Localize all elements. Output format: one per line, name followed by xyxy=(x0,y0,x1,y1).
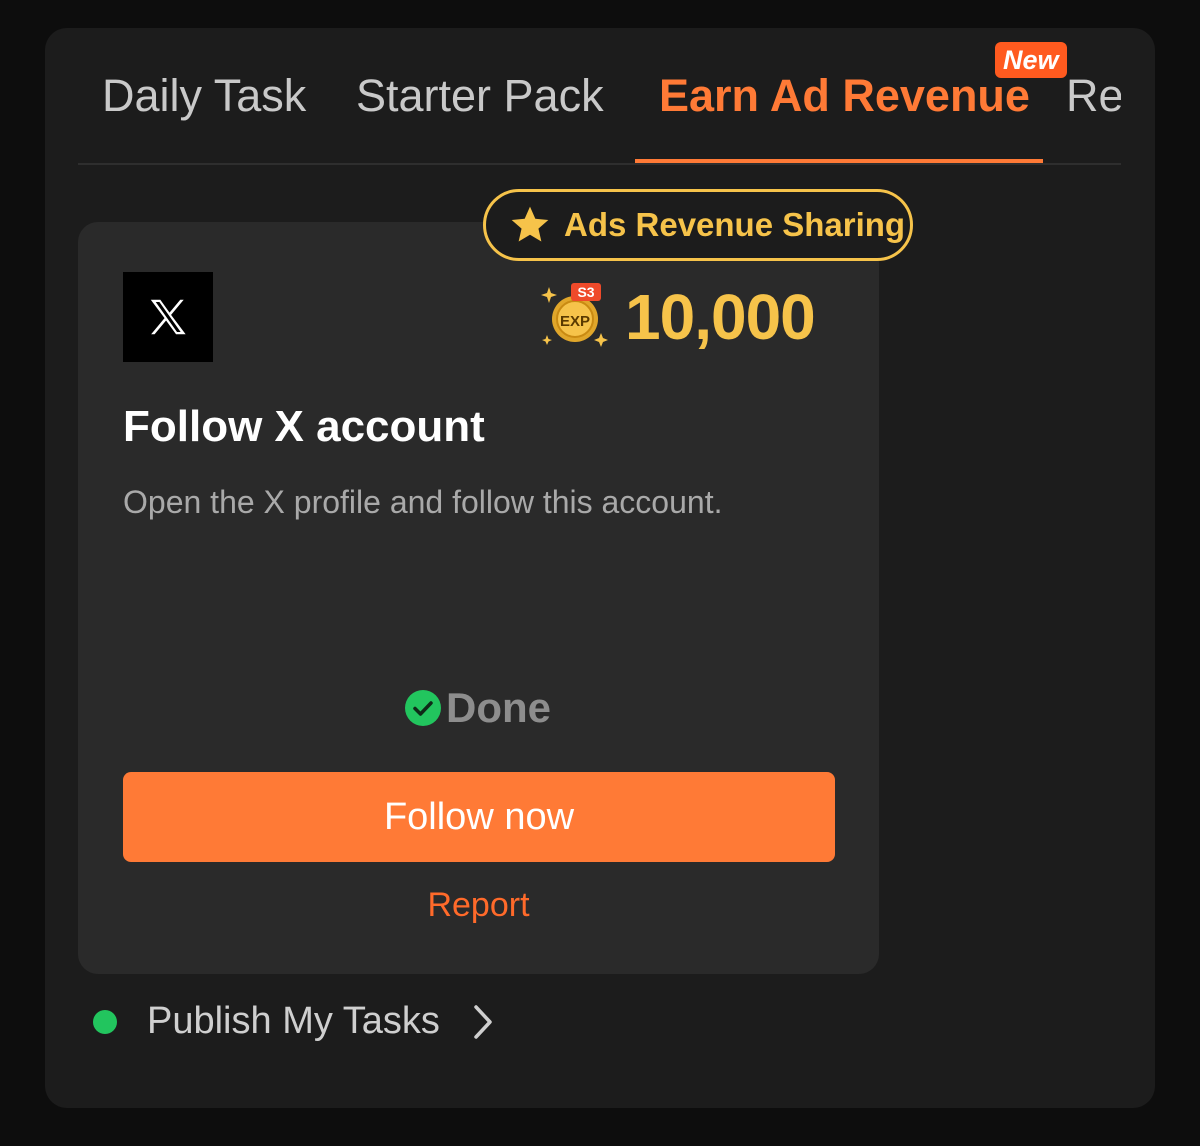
ads-revenue-sharing-badge: Ads Revenue Sharing xyxy=(483,189,913,261)
report-link[interactable]: Report xyxy=(78,886,879,925)
publish-label: Publish My Tasks xyxy=(147,1000,440,1042)
exp-coin-icon: EXP S3 xyxy=(541,281,613,353)
status-done: Done xyxy=(404,684,551,732)
star-icon xyxy=(511,206,549,242)
tab-earn-ad-revenue[interactable]: Earn Ad Revenue xyxy=(659,70,1030,122)
exp-unit-label: EXP xyxy=(560,313,590,330)
task-panel: Daily Task Starter Pack Earn Ad Revenue … xyxy=(45,28,1155,1108)
tab-starter-pack[interactable]: Starter Pack xyxy=(356,70,604,122)
x-logo-icon xyxy=(123,272,213,362)
tab-daily-task[interactable]: Daily Task xyxy=(102,70,306,122)
publish-my-tasks-link[interactable]: Publish My Tasks xyxy=(93,1000,498,1043)
season-label: S3 xyxy=(577,284,594,300)
chevron-right-icon xyxy=(474,1004,492,1039)
ads-badge-label: Ads Revenue Sharing xyxy=(564,206,906,243)
active-tab-indicator xyxy=(635,159,1043,163)
tab-bar: Daily Task Starter Pack Earn Ad Revenue … xyxy=(78,28,1121,165)
tab-truncated[interactable]: Re xyxy=(1066,70,1121,122)
status-dot xyxy=(93,1009,117,1034)
follow-now-button[interactable]: Follow now xyxy=(123,772,835,862)
task-title: Follow X account xyxy=(123,402,485,451)
check-circle-icon xyxy=(405,690,441,726)
task-description: Open the X profile and follow this accou… xyxy=(123,484,723,520)
reward: EXP S3 10,000 xyxy=(541,280,816,354)
new-badge: New xyxy=(995,42,1067,78)
reward-value: 10,000 xyxy=(625,281,816,353)
task-card: EXP S3 10,000 Follow X account Open the … xyxy=(78,222,879,974)
status-label: Done xyxy=(446,684,551,731)
